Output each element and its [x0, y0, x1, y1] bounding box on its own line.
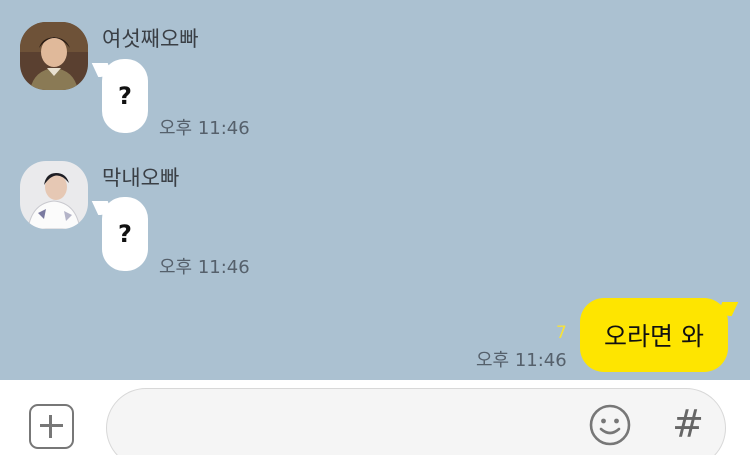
message-time: 오후 11:46 — [159, 118, 250, 139]
message-time: 오후 11:46 — [476, 350, 567, 371]
hash-icon[interactable]: # — [668, 402, 708, 446]
input-bar: # — [0, 380, 750, 455]
sender-name: 여섯째오빠 — [102, 27, 199, 51]
smiley-icon[interactable] — [588, 403, 632, 447]
sender-name: 막내오빠 — [102, 166, 180, 190]
message-time: 오후 11:46 — [159, 257, 250, 278]
my-message-bubble[interactable]: 오라면 와 — [580, 298, 728, 372]
profile-photo-icon — [20, 22, 88, 90]
avatar[interactable] — [20, 22, 88, 90]
avatar[interactable] — [20, 161, 88, 229]
message-input[interactable] — [106, 388, 726, 455]
message-bubble[interactable]: ? — [102, 59, 148, 133]
attach-plus-icon[interactable] — [29, 404, 74, 449]
chat-area[interactable]: 여섯째오빠 ? 오후 11:46 막내오빠 ? 오후 11:46 7 오후 11… — [0, 0, 750, 380]
profile-photo-icon — [20, 161, 88, 229]
unread-count: 7 — [556, 323, 567, 343]
message-bubble[interactable]: ? — [102, 197, 148, 271]
